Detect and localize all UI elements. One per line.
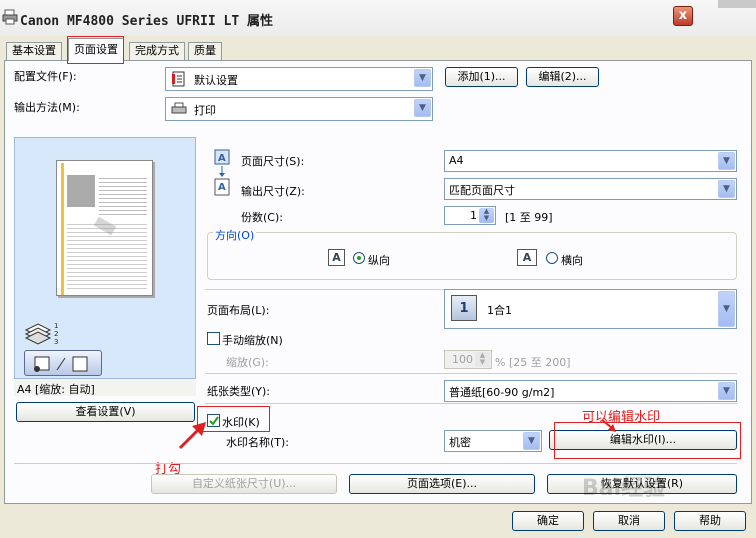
preview-status: A4 [缩放: 自动] (17, 383, 95, 396)
spin-arrows-icon[interactable]: ▲ ▼ (479, 208, 494, 223)
preview-status-bar: A4 [缩放: 自动] (14, 378, 196, 396)
profile-value: 默认设置 (194, 74, 238, 87)
ok-button[interactable]: 确定 (512, 511, 584, 531)
chevron-down-icon: ▼ (414, 99, 431, 117)
tab-basic[interactable]: 基本设置 (6, 42, 62, 60)
close-icon: x (678, 8, 688, 23)
svg-text:1: 1 (54, 322, 58, 330)
title-bar: Canon MF4800 Series UFRII LT 属性 x (0, 0, 756, 36)
site-watermark: Bai经验 (582, 476, 666, 501)
profile-icon (172, 71, 185, 87)
tab-label: 基本设置 (12, 44, 56, 57)
chevron-down-icon: ▼ (414, 69, 431, 87)
svg-text:2: 2 (54, 330, 58, 338)
landscape-icon: A (517, 249, 537, 266)
layout-toggle-button[interactable] (24, 350, 102, 376)
properties-dialog: Canon MF4800 Series UFRII LT 属性 x 基本设置 完… (0, 0, 756, 538)
layout-label: 页面布局(L): (207, 304, 270, 317)
preview-text-lines (99, 175, 147, 215)
preview-margin-bar (61, 163, 64, 295)
watermark-name-select[interactable]: 机密 ▼ (444, 430, 542, 452)
layout-select[interactable]: 1 1合1 ▼ (444, 289, 737, 329)
chevron-down-icon: ▼ (718, 291, 735, 327)
output-method-select[interactable]: 打印 ▼ (165, 97, 433, 121)
radio-dot (357, 256, 361, 260)
landscape-radio[interactable] (546, 252, 558, 264)
scaling-label: 缩放(G): (226, 356, 269, 369)
layout-1up-icon: 1 (451, 295, 477, 321)
close-button[interactable]: x (673, 6, 693, 26)
copies-stepper[interactable]: 1 ▲ ▼ (444, 206, 496, 225)
highlight-box-edit-watermark (554, 422, 741, 459)
arrow-down-icon (601, 419, 616, 432)
page-size-value: A4 (449, 154, 464, 167)
copies-range: [1 至 99] (505, 211, 553, 224)
svg-text:A: A (218, 182, 226, 193)
chevron-down-icon: ▼ (718, 152, 735, 170)
svg-text:3: 3 (54, 338, 58, 346)
scaling-value: 100 (452, 353, 473, 366)
output-size-value: 匹配页面尺寸 (449, 184, 515, 197)
watermark-name-label: 水印名称(T): (226, 436, 290, 449)
svg-text:A: A (218, 153, 226, 164)
help-button[interactable]: 帮助 (674, 511, 746, 531)
chevron-down-icon: ▼ (523, 432, 540, 450)
manual-scaling-label: 手动缩放(N) (222, 334, 283, 347)
tab-label: 完成方式 (135, 44, 179, 57)
layout-toggle-icon (34, 356, 88, 372)
edit-profile-button[interactable]: 编辑(2)... (526, 67, 599, 87)
divider (14, 463, 737, 464)
chevron-down-icon: ▼ (718, 382, 735, 400)
paper-type-label: 纸张类型(Y): (207, 385, 271, 398)
paper-type-value: 普通纸[60-90 g/m2] (449, 386, 555, 399)
profile-label: 配置文件(F): (14, 70, 77, 83)
scaling-range: % [25 至 200] (495, 356, 571, 369)
tab-quality[interactable]: 质量 (188, 42, 222, 60)
paper-type-select[interactable]: 普通纸[60-90 g/m2] ▼ (444, 380, 737, 402)
page-size-icon: A A (214, 149, 230, 196)
paper-stack-icon: 1 2 3 (24, 322, 58, 346)
add-profile-button[interactable]: 添加(1)... (445, 67, 518, 87)
divider (205, 403, 737, 404)
spin-arrows-icon[interactable]: ▲ ▼ (475, 352, 490, 367)
custom-paper-size-button[interactable]: 自定义纸张尺寸(U)... (151, 474, 337, 494)
highlight-box-tab (67, 36, 124, 64)
chevron-down-icon: ▼ (718, 180, 735, 198)
page-options-button[interactable]: 页面选项(E)... (349, 474, 535, 494)
printer-icon (2, 9, 18, 25)
portrait-label: 纵向 (368, 254, 390, 267)
orientation-group (207, 232, 737, 280)
page-size-label: 页面尺寸(S): (241, 155, 305, 168)
divider (205, 373, 737, 374)
layout-value: 1合1 (487, 304, 512, 317)
tab-finishing[interactable]: 完成方式 (129, 42, 185, 60)
tab-label: 质量 (194, 44, 216, 57)
output-size-label: 输出尺寸(Z): (241, 185, 305, 198)
printer-icon (171, 102, 187, 114)
copies-value: 1 (470, 209, 477, 222)
portrait-icon: A (328, 249, 345, 266)
output-size-select[interactable]: 匹配页面尺寸 ▼ (444, 178, 737, 200)
view-settings-button[interactable]: 查看设置(V) (16, 402, 195, 422)
orientation-label: 方向(O) (213, 227, 257, 243)
landscape-label: 横向 (561, 254, 583, 267)
window-title: Canon MF4800 Series UFRII LT 属性 (20, 14, 273, 29)
arrow-up-right-icon (178, 422, 206, 450)
page-size-select[interactable]: A4 ▼ (444, 150, 737, 172)
copies-label: 份数(C): (241, 211, 283, 224)
output-method-value: 打印 (194, 104, 216, 117)
output-method-label: 输出方法(M): (14, 101, 80, 114)
preview-image-block (67, 175, 95, 207)
preview-page (56, 160, 153, 296)
scroll-strip (718, 0, 756, 8)
checkmark-icon (209, 416, 219, 426)
scaling-stepper[interactable]: 100 ▲ ▼ (444, 350, 492, 369)
watermark-name-value: 机密 (449, 436, 471, 449)
portrait-radio[interactable] (353, 252, 365, 264)
manual-scaling-checkbox[interactable] (207, 332, 220, 345)
profile-select[interactable]: 默认设置 ▼ (165, 67, 433, 91)
watermark-label: 水印(K) (222, 416, 260, 429)
cancel-button[interactable]: 取消 (593, 511, 665, 531)
